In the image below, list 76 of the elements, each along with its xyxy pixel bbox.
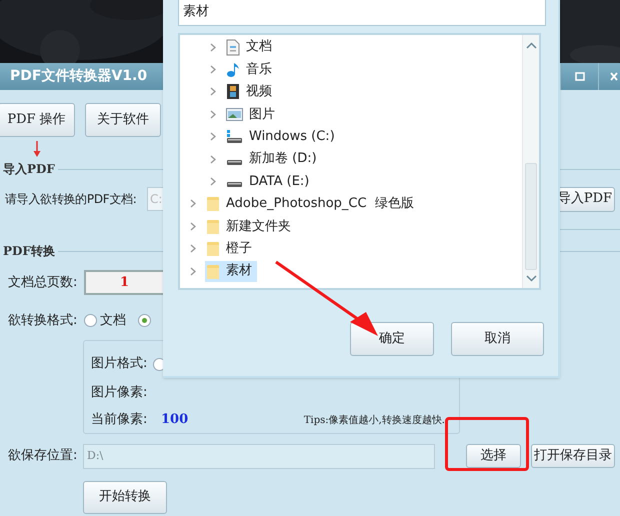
chevron-icon [190,244,196,254]
drive-icon [226,129,243,144]
choose-button[interactable]: 选择 [466,444,521,468]
tree-item[interactable]: Windows (C:) [225,126,340,148]
folder-icon [206,262,220,280]
chevron-icon [210,154,216,164]
image-icon [226,108,243,121]
tree-item-label: 新加卷 (D:) [249,150,317,168]
field-label: 图片像素: [91,384,148,402]
open-folder-button[interactable]: 打开保存目录 [531,444,615,468]
start-button[interactable]: 开始转换 [83,480,167,514]
annotation-arrow [33,141,41,158]
cancel-button[interactable]: 取消 [451,322,544,356]
tree-item[interactable]: 音乐 [225,59,277,80]
toolbar-button[interactable]: PDF 操作 [0,103,75,137]
field-label: 请导入欲转换的PDF文档: [4,191,138,208]
tree-item-label: 橙子 [226,240,252,258]
tree-item[interactable]: 新建文件夹 [205,216,296,237]
maximize-icon [574,72,584,81]
tree-item-label: 素材 [226,262,252,280]
tree-item[interactable]: 文档 [225,36,277,58]
chevron-icon [210,177,216,186]
path-field[interactable]: 素材 [178,0,546,26]
tree-item[interactable]: DATA (E:) [225,171,314,192]
field-label: 当前像素: [91,411,148,430]
tree-item[interactable]: 新加卷 (D:) [225,148,322,170]
tree-item[interactable]: 橙子 [205,238,257,260]
drive-icon [227,182,242,188]
tree-item-label: DATA (E:) [249,172,310,191]
window-title: PDF文件转换器V1.0 [9,67,148,86]
drive-icon [227,160,242,165]
tree-item-label: Windows (C:) [249,128,335,146]
chevron-icon [210,87,216,96]
tree-item[interactable]: 视频 [225,81,277,102]
tree-item-label: 新建文件夹 [226,218,291,236]
radio-button[interactable] [84,314,97,328]
chevron-icon [210,42,216,52]
chevron-icon [210,65,216,74]
folder-icon [206,240,220,258]
film-icon [226,83,240,100]
field-label: 文档总页数: [7,274,78,292]
tree-item[interactable]: 素材 [205,260,257,282]
tree-item-label: 图片 [249,106,275,124]
group-title: 导入PDF [2,161,56,178]
page-count-field: 1 [84,270,165,295]
scrollbar[interactable] [522,35,539,288]
close-icon [610,72,618,81]
ok-button[interactable]: 确定 [350,322,434,356]
music-note-icon [226,61,240,78]
tree-item-label: Adobe_Photoshop_CC 绿色版 [226,195,414,214]
tree-item-label: 视频 [246,83,272,102]
chevron-icon [210,132,216,142]
tips-text: Tips:像素值越小,转换速度越快. [304,414,445,428]
close-button[interactable] [598,63,620,90]
chevron-icon [190,266,196,276]
scroll-up-icon [526,42,537,49]
field-label: 欲转换格式: [7,312,78,330]
chevron-icon [210,110,216,119]
pixel-value: 100 [161,411,188,430]
tree-item[interactable]: Adobe_Photoshop_CC 绿色版 [205,193,419,214]
folder-icon [206,218,220,235]
scroll-down-icon [526,275,537,282]
radio-button[interactable] [138,314,151,328]
tree-item-label: 文档 [246,38,272,56]
chevron-icon [190,199,196,208]
group-title: PDF转换 [2,243,56,260]
radio-label: 文档 [100,312,126,330]
field-label: 图片格式: [91,355,148,374]
chevron-icon [190,222,196,231]
document-icon [226,38,240,56]
toolbar-button[interactable]: 关于软件 [85,103,161,137]
folder-icon [206,195,220,212]
scroll-thumb[interactable] [525,163,537,270]
tree-item-label: 音乐 [246,60,272,79]
tree-item[interactable]: 图片 [225,104,280,125]
field-label: 欲保存位置: [7,447,78,466]
